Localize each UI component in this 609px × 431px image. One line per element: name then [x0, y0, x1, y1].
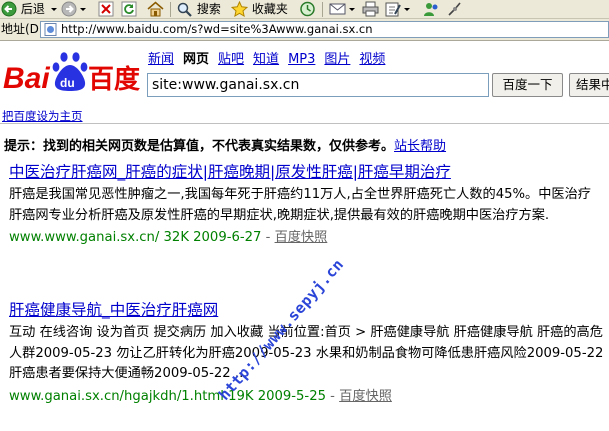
results-hint: 提示：找到的相关网页数是估算值，不代表真实结果数，仅供参考。站长帮助 [4, 135, 446, 154]
nav-tab: 网页 [183, 52, 210, 67]
page-icon [44, 23, 57, 36]
baidu-logo-image: Bai du 百度 [3, 52, 140, 95]
home-button[interactable] [147, 1, 164, 18]
result-abstract: 肝癌是我国常见恶性肿瘤之一,我国每年死于肝癌约11万人,占全世界肝癌死亡人数的4… [9, 187, 591, 223]
forward-arrow-icon [61, 1, 77, 17]
history-button[interactable] [299, 1, 316, 18]
back-button[interactable]: 后退 [1, 1, 45, 18]
baidu-search-button[interactable]: 百度一下 [492, 73, 563, 97]
search-label: 搜索 [196, 2, 221, 16]
search-icon [177, 2, 192, 17]
address-url: http://www.baidu.com/s?wd=site%3Awww.gan… [61, 22, 373, 36]
search-nav: 新闻 网页 贴吧 知道 MP3 图片 视频 [148, 52, 394, 67]
hint-text: 提示：找到的相关网页数是估算值，不代表真实结果数，仅供参考。 [4, 139, 395, 154]
back-arrow-icon [1, 1, 17, 17]
printer-icon [362, 1, 379, 17]
result-meta: www.www.ganai.sx.cn/ 32K 2009-6-27 - 百度快… [9, 228, 609, 248]
stop-button[interactable] [98, 1, 114, 18]
search-result: 中医治疗肝癌网_肝癌的症状|肝癌晚期|原发性肝癌|肝癌早期治疗 肝癌是我国常见恶… [9, 163, 609, 248]
nav-tab[interactable]: 新闻 [148, 52, 174, 67]
edit-button[interactable] [385, 1, 402, 18]
baidu-logo[interactable]: Bai du 百度 [2, 50, 142, 96]
back-dropdown-icon[interactable] [51, 1, 58, 18]
search-input[interactable] [147, 73, 489, 97]
result-title-link[interactable]: 中医治疗肝癌网_肝癌的症状|肝癌晚期|原发性肝癌|肝癌早期治疗 [9, 163, 609, 182]
history-icon [300, 1, 315, 17]
edit-icon [385, 2, 401, 17]
home-icon [147, 1, 164, 17]
edit-dropdown-icon[interactable] [404, 1, 411, 18]
result-cache-link[interactable]: 百度快照 [339, 389, 392, 404]
set-homepage-link[interactable]: 把百度设为主页 [2, 108, 83, 124]
favorites-label: 收藏夹 [251, 2, 288, 16]
result-url: www.www.ganai.sx.cn/ 32K 2009-6-27 [9, 230, 262, 245]
webmaster-help-link[interactable]: 站长帮助 [394, 139, 446, 154]
mail-button[interactable] [329, 1, 347, 18]
result-separator: - [325, 388, 340, 404]
mail-dropdown-icon[interactable] [349, 1, 356, 18]
svg-text:百度: 百度 [88, 64, 140, 95]
messenger-button[interactable] [423, 1, 440, 18]
address-bar: 地址(D) http://www.baidu.com/s?wd=site%3Aw… [0, 19, 609, 41]
search-button[interactable]: 搜索 [176, 1, 221, 18]
nav-tab[interactable]: MP3 [288, 52, 315, 67]
result-abstract: 互动 在线咨询 设为首页 提交病历 加入收藏 当前位置:首页 > 肝癌健康导航 … [9, 325, 604, 381]
research-button[interactable] [446, 1, 463, 18]
address-label: 地址(D) [1, 22, 44, 36]
research-icon [448, 2, 461, 16]
divider [0, 123, 609, 124]
browser-toolbar: 后退 搜索 收藏夹 [0, 0, 609, 19]
result-meta: www.ganai.sx.cn/hgajkdh/1.html 19K 2009-… [9, 387, 609, 407]
favorites-button[interactable]: 收藏夹 [230, 0, 288, 18]
mail-icon [329, 3, 346, 15]
nav-tab[interactable]: 视频 [359, 52, 385, 67]
result-cache-link[interactable]: 百度快照 [275, 230, 328, 245]
search-within-results-button[interactable]: 结果中找 [569, 73, 609, 97]
refresh-icon [121, 1, 137, 17]
forward-button[interactable] [61, 1, 77, 18]
messenger-icon [424, 3, 438, 16]
print-button[interactable] [362, 1, 379, 18]
nav-tab[interactable]: 贴吧 [218, 52, 244, 67]
back-label: 后退 [20, 2, 45, 16]
address-input[interactable]: http://www.baidu.com/s?wd=site%3Awww.gan… [40, 21, 609, 38]
result-separator: - [261, 230, 275, 245]
refresh-button[interactable] [121, 1, 137, 18]
forward-dropdown-icon[interactable] [80, 1, 87, 18]
result-url: www.ganai.sx.cn/hgajkdh/1.html 19K 2009-… [9, 388, 326, 404]
search-result: 肝癌健康导航_中医治疗肝癌网 互动 在线咨询 设为首页 提交病历 加入收藏 当前… [9, 301, 609, 407]
stop-icon [98, 1, 114, 17]
svg-text:Bai: Bai [3, 62, 50, 95]
nav-tab[interactable]: 知道 [253, 52, 279, 67]
svg-text:du: du [60, 76, 75, 90]
nav-tab[interactable]: 图片 [324, 52, 350, 67]
favorites-star-icon [230, 0, 249, 18]
